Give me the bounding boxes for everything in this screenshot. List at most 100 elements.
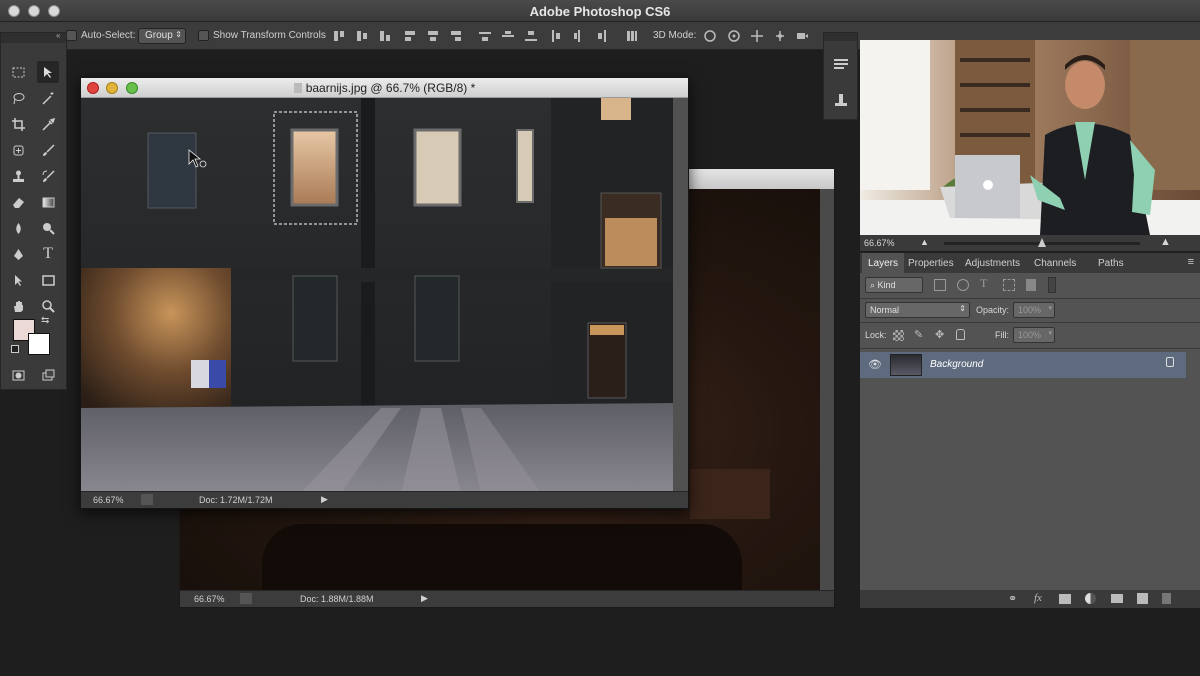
filter-kind-dropdown[interactable]: ⌕ Kind <box>865 277 923 293</box>
magic-wand-icon[interactable] <box>37 87 59 109</box>
front-document-window[interactable]: baarnijs.jpg @ 66.7% (RGB/8) * 66.67% Do… <box>80 77 689 509</box>
swap-colors-icon[interactable]: ⇆ <box>41 315 49 326</box>
zoom-tool-icon[interactable] <box>37 295 59 317</box>
add-mask-icon[interactable] <box>1059 594 1071 604</box>
layer-style-fx-icon[interactable]: fx <box>1034 592 1042 604</box>
front-status-arrow-icon[interactable]: ▶ <box>321 494 328 505</box>
show-transform-checkbox[interactable] <box>198 30 209 41</box>
rectangular-marquee-icon[interactable] <box>7 61 29 83</box>
zoom-in-icon[interactable]: ▲ <box>1160 236 1171 248</box>
collapse-panel-icon[interactable]: « <box>56 31 60 40</box>
link-layers-icon[interactable]: ⚭ <box>1008 592 1017 605</box>
auto-select-dropdown[interactable]: Group ⇕ <box>138 28 186 44</box>
tab-layers[interactable]: Layers <box>862 253 905 273</box>
filter-shape-icon[interactable] <box>1003 279 1015 291</box>
video-controls-bar: 66.67% ▲ ▲ <box>860 235 1200 251</box>
3d-pan-icon[interactable] <box>750 29 764 43</box>
panel-menu-icon[interactable]: ≡ <box>1188 256 1194 268</box>
tab-properties[interactable]: Properties <box>902 253 960 273</box>
lasso-icon[interactable] <box>7 87 29 109</box>
filter-smart-object-icon[interactable] <box>1026 279 1036 291</box>
presenter-video-frame <box>860 40 1200 235</box>
filter-type-icon[interactable]: T <box>980 276 987 291</box>
move-tool-icon[interactable] <box>37 61 59 83</box>
3d-roll-icon[interactable] <box>727 29 741 43</box>
3d-slide-icon[interactable] <box>773 29 787 43</box>
gradient-icon[interactable] <box>37 191 59 213</box>
lock-all-icon[interactable] <box>956 329 965 340</box>
fill-field[interactable]: 100% ▾ <box>1013 327 1055 343</box>
front-document-canvas[interactable] <box>81 98 675 493</box>
distribute-top-icon[interactable] <box>478 29 492 43</box>
zoom-slider-thumb[interactable] <box>1038 238 1046 247</box>
filter-toggle-switch[interactable] <box>1048 277 1056 293</box>
align-top-edges-icon[interactable] <box>332 29 346 43</box>
front-status-menu-icon[interactable] <box>141 494 153 505</box>
distribute-right-icon[interactable] <box>595 29 609 43</box>
path-selection-icon[interactable] <box>7 269 29 291</box>
crop-icon[interactable] <box>7 113 29 135</box>
auto-select-checkbox[interactable] <box>66 30 77 41</box>
brush-presets-icon[interactable] <box>832 55 850 73</box>
tab-paths[interactable]: Paths <box>1092 253 1130 273</box>
eyedropper-icon[interactable] <box>37 113 59 135</box>
back-status-arrow-icon[interactable]: ▶ <box>421 593 428 604</box>
blend-mode-dropdown[interactable]: Normal ⇕ <box>865 302 970 318</box>
distribute-vertical-centers-icon[interactable] <box>501 29 515 43</box>
opacity-value: 100% <box>1018 305 1042 315</box>
align-right-edges-icon[interactable] <box>449 29 463 43</box>
filter-pixel-icon[interactable] <box>934 279 946 291</box>
quick-mask-icon[interactable] <box>7 364 29 386</box>
align-bottom-edges-icon[interactable] <box>378 29 392 43</box>
layers-bottom-toolbar: ⚭ fx <box>860 590 1200 608</box>
new-group-icon[interactable] <box>1111 594 1123 603</box>
clone-stamp-icon[interactable] <box>7 165 29 187</box>
zoom-out-icon[interactable]: ▲ <box>920 237 929 247</box>
distribute-left-icon[interactable] <box>549 29 563 43</box>
brush-icon[interactable] <box>37 139 59 161</box>
front-document-title-bar[interactable]: baarnijs.jpg @ 66.7% (RGB/8) * <box>81 78 688 98</box>
clone-source-icon[interactable] <box>832 91 850 109</box>
front-document-scrollbar[interactable] <box>673 98 688 493</box>
opacity-field[interactable]: 100% ▾ <box>1013 302 1055 318</box>
tab-channels[interactable]: Channels <box>1028 253 1082 273</box>
lock-transparent-icon[interactable] <box>893 330 904 341</box>
distribute-bottom-icon[interactable] <box>524 29 538 43</box>
back-status-menu-icon[interactable] <box>240 593 252 604</box>
align-vertical-centers-icon[interactable] <box>355 29 369 43</box>
auto-align-layers-icon[interactable] <box>625 29 639 43</box>
blur-icon[interactable] <box>7 217 29 239</box>
pen-icon[interactable] <box>7 243 29 265</box>
delete-layer-icon[interactable] <box>1162 593 1171 604</box>
3d-scale-icon[interactable] <box>795 29 809 43</box>
dropdown-arrow-icon: ⇕ <box>175 30 182 39</box>
blend-mode-value: Normal <box>870 305 900 315</box>
spot-healing-brush-icon[interactable] <box>7 139 29 161</box>
dodge-icon[interactable] <box>37 217 59 239</box>
tools-panel: « T ⇆ <box>0 31 67 390</box>
align-horizontal-centers-icon[interactable] <box>426 29 440 43</box>
background-color-swatch[interactable] <box>28 333 50 355</box>
distribute-horizontal-centers-icon[interactable] <box>572 29 586 43</box>
zoom-slider[interactable] <box>944 238 1140 247</box>
layer-row-background[interactable]: 👁 Background <box>860 352 1186 378</box>
back-document-scrollbar[interactable] <box>820 189 834 591</box>
lock-position-icon[interactable]: ✥ <box>935 328 944 341</box>
adjustment-layer-icon[interactable] <box>1085 593 1096 604</box>
screen-mode-icon[interactable] <box>37 364 59 386</box>
hand-tool-icon[interactable] <box>7 295 29 317</box>
tab-adjustments[interactable]: Adjustments <box>959 253 1026 273</box>
align-left-edges-icon[interactable] <box>403 29 417 43</box>
eraser-icon[interactable] <box>7 191 29 213</box>
new-layer-icon[interactable] <box>1137 593 1148 604</box>
dock-header <box>824 33 857 41</box>
default-colors-icon[interactable] <box>11 345 19 353</box>
lock-image-icon[interactable]: ✎ <box>914 328 923 341</box>
3d-rotate-icon[interactable] <box>703 29 717 43</box>
type-tool-icon[interactable]: T <box>37 243 59 265</box>
rectangle-shape-icon[interactable] <box>37 269 59 291</box>
history-brush-icon[interactable] <box>37 165 59 187</box>
opacity-label: Opacity: <box>976 305 1010 315</box>
filter-adjustment-icon[interactable] <box>957 279 969 291</box>
eye-visibility-icon[interactable]: 👁 <box>868 358 882 371</box>
